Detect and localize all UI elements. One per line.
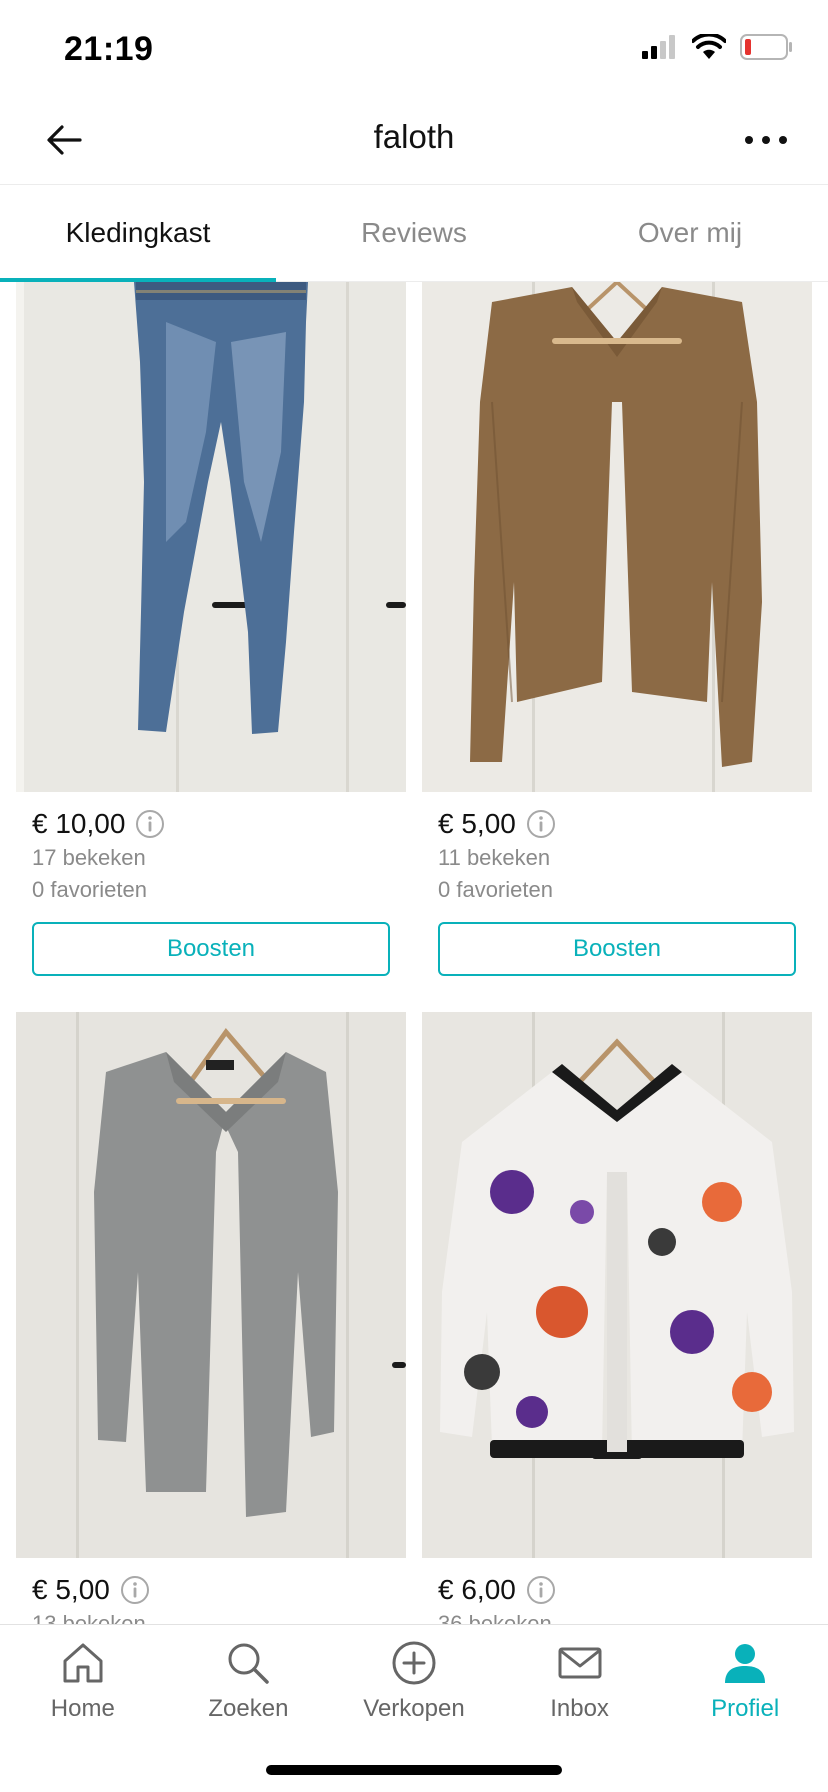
item-card[interactable]: € 5,00 11 bekeken 0 favorieten Boosten (422, 282, 812, 976)
home-indicator[interactable] (266, 1765, 562, 1775)
item-favorites: 0 favorieten (438, 877, 553, 902)
brown-cardigan-image (422, 282, 812, 792)
item-price: € 6,00 (438, 1574, 516, 1605)
tab-reviews[interactable]: Reviews (276, 185, 552, 281)
item-photo-brown-cardigan[interactable] (422, 282, 812, 792)
nav-home-label: Home (50, 1695, 115, 1722)
jeans-image (16, 282, 406, 792)
signal-icon (642, 35, 675, 59)
more-horizontal-icon (745, 136, 787, 144)
nav-sell[interactable]: Verkopen (331, 1625, 497, 1737)
item-photo-floral-jacket[interactable] (422, 1012, 812, 1558)
item-favorites: 0 favorieten (32, 877, 147, 902)
item-views: 11 bekeken (438, 845, 551, 870)
nav-inbox[interactable]: Inbox (497, 1625, 663, 1737)
item-views: 13 bekeken (32, 1611, 146, 1624)
nav-home[interactable]: Home (0, 1625, 166, 1737)
page-title: faloth (373, 118, 455, 155)
price-row: € 5,00 (422, 808, 812, 840)
more-options-button[interactable] (740, 116, 792, 164)
search-icon (228, 1643, 270, 1684)
nav-sell-label: Verkopen (363, 1695, 465, 1722)
boost-button[interactable]: Boosten (438, 922, 796, 976)
price-row: € 5,00 (16, 1574, 406, 1606)
item-card[interactable]: € 5,00 13 bekeken (16, 1012, 406, 1624)
nav-profile-label: Profiel (711, 1695, 780, 1722)
status-icons (642, 34, 794, 60)
app-screen: 21:19 faloth Kledingkast Reviews Over mi… (0, 0, 828, 1792)
info-icon[interactable] (120, 1575, 150, 1605)
item-photo-grey-cardigan[interactable] (16, 1012, 406, 1558)
wifi-icon (692, 34, 726, 59)
mail-icon (558, 1647, 602, 1679)
profile-icon (725, 1644, 766, 1683)
home-icon (63, 1643, 103, 1683)
status-bar: 21:19 (0, 0, 828, 96)
tab-over-mij[interactable]: Over mij (552, 185, 828, 281)
boost-button[interactable]: Boosten (32, 922, 390, 976)
item-price: € 5,00 (32, 1574, 110, 1605)
item-views: 17 bekeken (32, 845, 146, 870)
nav-search-label: Zoeken (208, 1695, 289, 1722)
price-row: € 6,00 (422, 1574, 812, 1606)
nav-search[interactable]: Zoeken (166, 1625, 332, 1737)
price-row: € 10,00 (16, 808, 406, 840)
nav-profile[interactable]: Profiel (662, 1625, 828, 1737)
info-icon[interactable] (526, 1575, 556, 1605)
item-card[interactable]: € 10,00 17 bekeken 0 favorieten Boosten (16, 282, 406, 976)
profile-tabs: Kledingkast Reviews Over mij (0, 185, 828, 282)
bottom-navigation: Home Zoeken Verkopen Inbox Profiel (0, 1624, 828, 1792)
item-price: € 10,00 (32, 808, 126, 839)
tab-kledingkast[interactable]: Kledingkast (0, 185, 276, 282)
info-icon[interactable] (526, 809, 556, 839)
item-views: 36 bekeken (438, 1611, 552, 1624)
app-header: faloth (0, 96, 828, 185)
status-time: 21:19 (64, 30, 154, 68)
item-card[interactable]: € 6,00 36 bekeken (422, 1012, 812, 1624)
battery-low-icon (740, 34, 792, 60)
floral-jacket-image (422, 1012, 812, 1558)
wardrobe-grid: € 10,00 17 bekeken 0 favorieten Boosten (0, 282, 828, 1624)
nav-inbox-label: Inbox (550, 1695, 609, 1722)
item-photo-jeans[interactable] (16, 282, 406, 792)
info-icon[interactable] (135, 809, 165, 839)
grey-cardigan-image (16, 1012, 406, 1558)
item-price: € 5,00 (438, 808, 516, 839)
plus-circle-icon (392, 1641, 436, 1685)
